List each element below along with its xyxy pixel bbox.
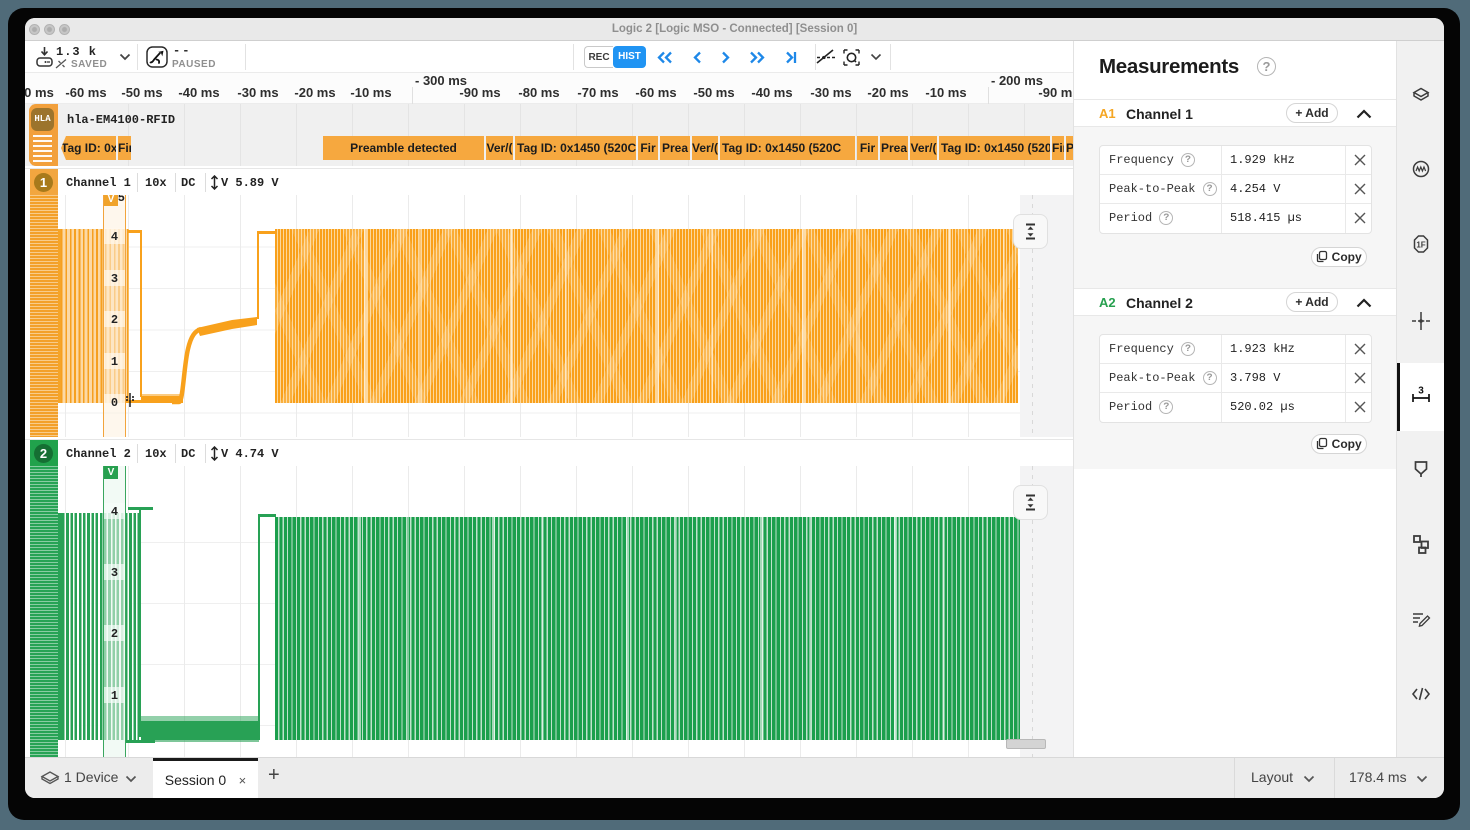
svg-text:3: 3 [1418,386,1424,397]
svg-text:1F: 1F [1416,241,1425,250]
